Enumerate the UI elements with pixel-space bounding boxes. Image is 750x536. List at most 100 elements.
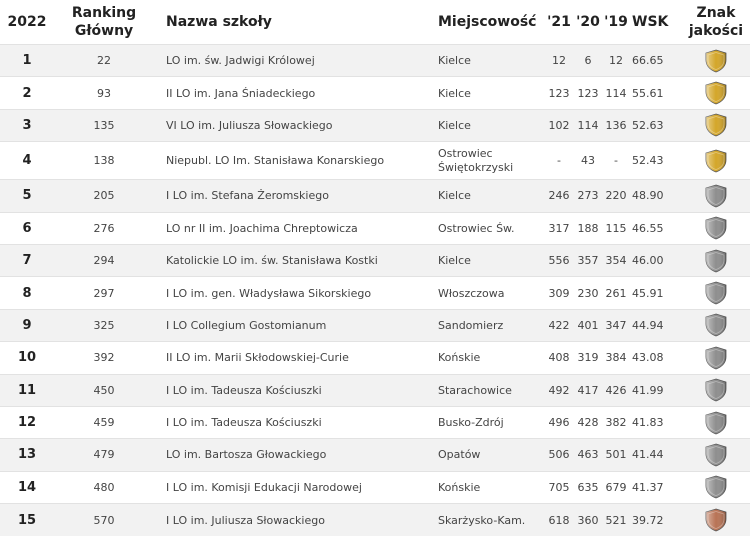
- header-quality-mark: Znak jakości: [682, 0, 750, 45]
- city-cell: Kielce: [434, 179, 544, 213]
- school-name-cell: I LO im. Juliusza Słowackiego: [154, 503, 434, 536]
- rank-2021-cell: 12: [544, 43, 574, 77]
- wsk-cell: 41.99: [630, 373, 682, 407]
- table-row: 6 276 LO nr II im. Joachima Chreptowicza Os…: [0, 211, 750, 245]
- rank-2019-cell: 115: [602, 211, 630, 245]
- silver-shield-icon: [705, 475, 727, 499]
- quality-mark-cell: [682, 108, 750, 142]
- table-row: 8 297 I LO im. gen. Władysława Sikorskiego…: [0, 276, 750, 310]
- gold-shield-icon: [705, 81, 727, 105]
- table-row: 14 480 I LO im. Komisji Edukacji Narodowej…: [0, 470, 750, 504]
- header-badge-line2: jakości: [688, 23, 744, 39]
- rank-2021-cell: -: [544, 141, 574, 180]
- quality-mark-cell: [682, 470, 750, 504]
- rank-2019-cell: 384: [602, 341, 630, 375]
- table-row: 12 459 I LO im. Tadeusza Kościuszki Busko-Z…: [0, 405, 750, 439]
- rank-2020-cell: 417: [574, 373, 602, 407]
- rank-2019-cell: 354: [602, 243, 630, 277]
- table-row: 7 294 Katolickie LO im. św. Stanisława Kos…: [0, 243, 750, 277]
- school-name-cell: Katolickie LO im. św. Stanisława Kostki: [154, 243, 434, 277]
- ranking-cell: 135: [54, 108, 154, 142]
- quality-mark-cell: [682, 276, 750, 310]
- ranking-cell: 325: [54, 308, 154, 342]
- rank-2021-cell: 492: [544, 373, 574, 407]
- silver-shield-icon: [705, 313, 727, 337]
- quality-mark-cell: [682, 405, 750, 439]
- table-row: 1 22 LO im. św. Jadwigi Królowej Kielce 12 6 1…: [0, 43, 750, 77]
- quality-mark-cell: [682, 43, 750, 77]
- header-2019: '19: [604, 14, 628, 30]
- wsk-cell: 39.72: [630, 503, 682, 536]
- silver-shield-icon: [705, 378, 727, 402]
- position-cell: 9: [0, 308, 54, 342]
- school-name-cell: LO nr II im. Joachima Chreptowicza: [154, 211, 434, 245]
- rank-2019-cell: 114: [602, 76, 630, 110]
- position-cell: 3: [0, 108, 54, 142]
- rank-2020-cell: 230: [574, 276, 602, 310]
- table-row: 9 325 I LO Collegium Gostomianum Sandomierz…: [0, 308, 750, 342]
- ranking-cell: 480: [54, 470, 154, 504]
- wsk-cell: 41.83: [630, 405, 682, 439]
- position-cell: 1: [0, 43, 54, 77]
- header-wsk: WSK: [632, 14, 669, 30]
- city-cell: Starachowice: [434, 373, 544, 407]
- city-cell: Sandomierz: [434, 308, 544, 342]
- wsk-cell: 46.00: [630, 243, 682, 277]
- school-name-cell: I LO im. Tadeusza Kościuszki: [154, 373, 434, 407]
- school-name-cell: II LO im. Jana Śniadeckiego: [154, 76, 434, 110]
- city-cell: Ostrowiec Świętokrzyski: [434, 141, 544, 180]
- rank-2021-cell: 408: [544, 341, 574, 375]
- silver-shield-icon: [705, 281, 727, 305]
- quality-mark-cell: [682, 179, 750, 213]
- rank-2019-cell: 521: [602, 503, 630, 536]
- rank-2019-cell: 136: [602, 108, 630, 142]
- quality-mark-cell: [682, 76, 750, 110]
- position-cell: 11: [0, 373, 54, 407]
- ranking-cell: 138: [54, 141, 154, 180]
- rank-2020-cell: 6: [574, 43, 602, 77]
- position-cell: 13: [0, 438, 54, 472]
- school-name-cell: I LO im. Komisji Edukacji Narodowej: [154, 470, 434, 504]
- header-ranking: Ranking Główny: [54, 0, 154, 45]
- position-cell: 6: [0, 211, 54, 245]
- rank-2020-cell: 401: [574, 308, 602, 342]
- ranking-table: 2022 Ranking Główny Nazwa szkoły Miejscow…: [0, 0, 750, 536]
- table-header: 2022 Ranking Główny Nazwa szkoły Miejscow…: [0, 0, 750, 45]
- gold-shield-icon: [705, 113, 727, 137]
- table-row: 3 135 VI LO im. Juliusza Słowackiego Kielce…: [0, 108, 750, 142]
- city-cell: Ostrowiec Św.: [434, 211, 544, 245]
- rank-2020-cell: 463: [574, 438, 602, 472]
- ranking-cell: 294: [54, 243, 154, 277]
- rank-2019-cell: 220: [602, 179, 630, 213]
- rank-2020-cell: 428: [574, 405, 602, 439]
- school-name-cell: I LO im. gen. Władysława Sikorskiego: [154, 276, 434, 310]
- header-year: 2022: [7, 14, 47, 30]
- rank-2019-cell: 501: [602, 438, 630, 472]
- position-cell: 8: [0, 276, 54, 310]
- rank-2021-cell: 309: [544, 276, 574, 310]
- rank-2019-cell: -: [602, 141, 630, 180]
- quality-mark-cell: [682, 503, 750, 536]
- school-name-cell: LO im. Bartosza Głowackiego: [154, 438, 434, 472]
- header-city: Miejscowość: [438, 14, 537, 30]
- position-cell: 14: [0, 470, 54, 504]
- rank-2021-cell: 246: [544, 179, 574, 213]
- silver-shield-icon: [705, 443, 727, 467]
- table-row: 10 392 II LO im. Marii Skłodowskiej-Curie K…: [0, 341, 750, 375]
- rank-2020-cell: 319: [574, 341, 602, 375]
- city-cell: Opatów: [434, 438, 544, 472]
- ranking-cell: 392: [54, 341, 154, 375]
- table-row: 11 450 I LO im. Tadeusza Kościuszki Starach…: [0, 373, 750, 407]
- rank-2021-cell: 317: [544, 211, 574, 245]
- header-badge-line1: Znak: [696, 5, 736, 21]
- rank-2020-cell: 360: [574, 503, 602, 536]
- rank-2021-cell: 556: [544, 243, 574, 277]
- rank-2021-cell: 496: [544, 405, 574, 439]
- rank-2020-cell: 357: [574, 243, 602, 277]
- wsk-cell: 41.44: [630, 438, 682, 472]
- silver-shield-icon: [705, 216, 727, 240]
- bronze-shield-icon: [705, 508, 727, 532]
- city-cell: Końskie: [434, 341, 544, 375]
- ranking-cell: 450: [54, 373, 154, 407]
- school-name-cell: LO im. św. Jadwigi Królowej: [154, 43, 434, 77]
